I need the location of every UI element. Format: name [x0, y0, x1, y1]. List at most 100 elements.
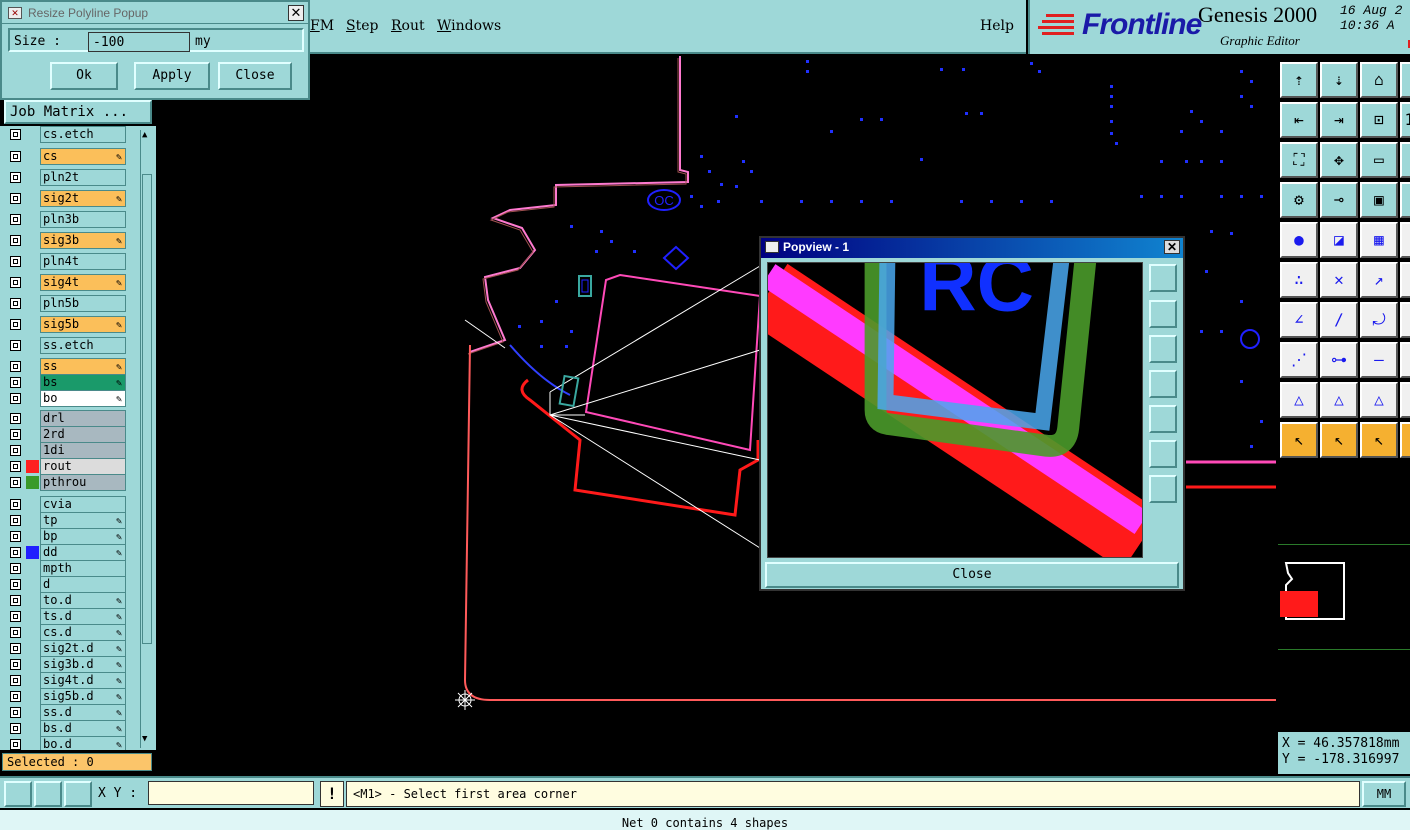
popview-center-icon[interactable] [1149, 475, 1177, 503]
overview-map[interactable] [1278, 544, 1410, 650]
layer-name[interactable]: ss.etch [40, 337, 126, 354]
menu-help[interactable]: Help [980, 18, 1014, 34]
layer-name[interactable]: bo.d ✎ [40, 736, 126, 750]
popview-up-icon[interactable] [1149, 300, 1177, 328]
layer-name[interactable]: cs ✎ [40, 148, 126, 165]
layer-row-bo[interactable]: bo ✎ [4, 390, 126, 407]
layer-checkbox[interactable] [10, 340, 21, 351]
layer-name[interactable]: dd ✎ [40, 544, 126, 561]
xy-input[interactable] [148, 781, 314, 805]
layer-name[interactable]: to.d ✎ [40, 592, 126, 609]
layer-scrollbar[interactable]: ▲ ▼ [140, 130, 153, 748]
popview-left-icon[interactable] [1149, 370, 1177, 398]
layer-name[interactable]: sig3b.d ✎ [40, 656, 126, 673]
job-matrix-button[interactable]: Job Matrix ... [4, 100, 152, 124]
close-button[interactable]: Close [218, 62, 292, 90]
layer-row-sig2t-d[interactable]: sig2t.d ✎ [4, 640, 126, 657]
net-icon[interactable]: ⊸ [1320, 182, 1358, 218]
layer-name[interactable]: sig5b ✎ [40, 316, 126, 333]
layer-checkbox[interactable] [10, 659, 21, 670]
layer-checkbox[interactable] [10, 723, 21, 734]
line-icon[interactable]: — [1360, 342, 1398, 378]
zoom-fit-icon[interactable]: ⛶ [1280, 142, 1318, 178]
layer-row-sig2t[interactable]: sig2t ✎ [4, 190, 126, 207]
layer-name[interactable]: pln4t [40, 253, 126, 270]
layer-name[interactable]: pln3b [40, 211, 126, 228]
layer-checkbox[interactable] [10, 627, 21, 638]
cross-icon[interactable]: ✕ [1320, 262, 1358, 298]
measure-icon[interactable]: ⚙ [1280, 182, 1318, 218]
layer-checkbox[interactable] [10, 129, 21, 140]
ruler-icon[interactable]: ▦ [1360, 222, 1398, 258]
angle2-icon[interactable]: △ [1320, 382, 1358, 418]
layer-checkbox[interactable] [10, 515, 21, 526]
layer-name[interactable]: 1di [40, 442, 126, 459]
layer-row-ss-d[interactable]: ss.d ✎ [4, 704, 126, 721]
inc-icon[interactable]: ▭ [1400, 62, 1410, 98]
ok-button[interactable]: Ok [50, 62, 118, 90]
layer-down-icon[interactable]: ⇣ [1320, 62, 1358, 98]
move-icon[interactable]: ↗ [1360, 262, 1398, 298]
layer-checkbox[interactable] [10, 319, 21, 330]
layer-name[interactable]: cvia [40, 496, 126, 513]
layer-row-mpth[interactable]: mpth [4, 560, 126, 577]
layer-checkbox[interactable] [10, 445, 21, 456]
layer-name[interactable]: pln2t [40, 169, 126, 186]
layer-checkbox[interactable] [10, 429, 21, 440]
layer-name[interactable]: ts.d ✎ [40, 608, 126, 625]
layer-checkbox[interactable] [10, 172, 21, 183]
layer-checkbox[interactable] [10, 643, 21, 654]
popup-titlebar[interactable]: ✕ Resize Polyline Popup ✕ [2, 2, 308, 24]
layer-row-sig4t-d[interactable]: sig4t.d ✎ [4, 672, 126, 689]
scroll-up-icon[interactable]: ▲ [142, 130, 147, 140]
layer-checkbox[interactable] [10, 675, 21, 686]
layer-checkbox[interactable] [10, 579, 21, 590]
rout-icon[interactable]: ▣ [1360, 182, 1398, 218]
layer-color-swatch[interactable] [26, 476, 39, 489]
layer-row-cs[interactable]: cs ✎ [4, 148, 126, 165]
layer-name[interactable]: bs.d ✎ [40, 720, 126, 737]
layer-checkbox[interactable] [10, 461, 21, 472]
size-input[interactable] [88, 32, 190, 52]
layer-name[interactable]: bs ✎ [40, 374, 126, 391]
layer-checkbox[interactable] [10, 361, 21, 372]
layer-checkbox[interactable] [10, 691, 21, 702]
layer-color-swatch[interactable] [26, 460, 39, 473]
scroll-down-icon[interactable]: ▼ [142, 734, 147, 744]
drill-icon[interactable]: ▣ [1400, 182, 1410, 218]
layer-row-sig3b-d[interactable]: sig3b.d ✎ [4, 656, 126, 673]
snap-icon[interactable]: ▭ [1400, 142, 1410, 178]
layer-row-tp[interactable]: tp ✎ [4, 512, 126, 529]
layer-up-icon[interactable]: ⇡ [1280, 62, 1318, 98]
layer-checkbox[interactable] [10, 214, 21, 225]
layer-row-pln3b[interactable]: pln3b [4, 211, 126, 228]
popview-fit-icon[interactable] [1149, 440, 1177, 468]
close-icon[interactable]: ✕ [1164, 240, 1180, 254]
zoom-center-icon[interactable]: ✥ [1320, 142, 1358, 178]
scroll-thumb[interactable] [142, 174, 152, 644]
layer-name[interactable]: d [40, 576, 126, 593]
select-icon[interactable]: ● [1280, 222, 1318, 258]
layer-name[interactable]: sig2t ✎ [40, 190, 126, 207]
warning-icon[interactable]: ! [320, 781, 344, 807]
menu-windows[interactable]: Windows [437, 18, 501, 34]
layer-row-sig3b[interactable]: sig3b ✎ [4, 232, 126, 249]
layer-checkbox[interactable] [10, 739, 21, 750]
layer-row-ss[interactable]: ss ✎ [4, 358, 126, 375]
layer-row-cvia[interactable]: cvia [4, 496, 126, 513]
layer-checkbox[interactable] [10, 477, 21, 488]
layer-row-ts-d[interactable]: ts.d ✎ [4, 608, 126, 625]
pointer4-icon[interactable]: ↖ [1400, 422, 1410, 458]
layer-row-bs[interactable]: bs ✎ [4, 374, 126, 391]
layer-checkbox[interactable] [10, 277, 21, 288]
home-icon[interactable]: ⌂ [1360, 62, 1398, 98]
layer-name[interactable]: bo ✎ [40, 390, 126, 407]
layer-row-rout[interactable]: rout [4, 458, 126, 475]
layer-row-pln5b[interactable]: pln5b [4, 295, 126, 312]
layer-name[interactable]: ss.d ✎ [40, 704, 126, 721]
layer-row-to-d[interactable]: to.d ✎ [4, 592, 126, 609]
rotate-icon[interactable]: ↻ [1400, 262, 1410, 298]
right-icon[interactable]: ⇥ [1320, 102, 1358, 138]
layer-checkbox[interactable] [10, 499, 21, 510]
layer-row-sig4t[interactable]: sig4t ✎ [4, 274, 126, 291]
